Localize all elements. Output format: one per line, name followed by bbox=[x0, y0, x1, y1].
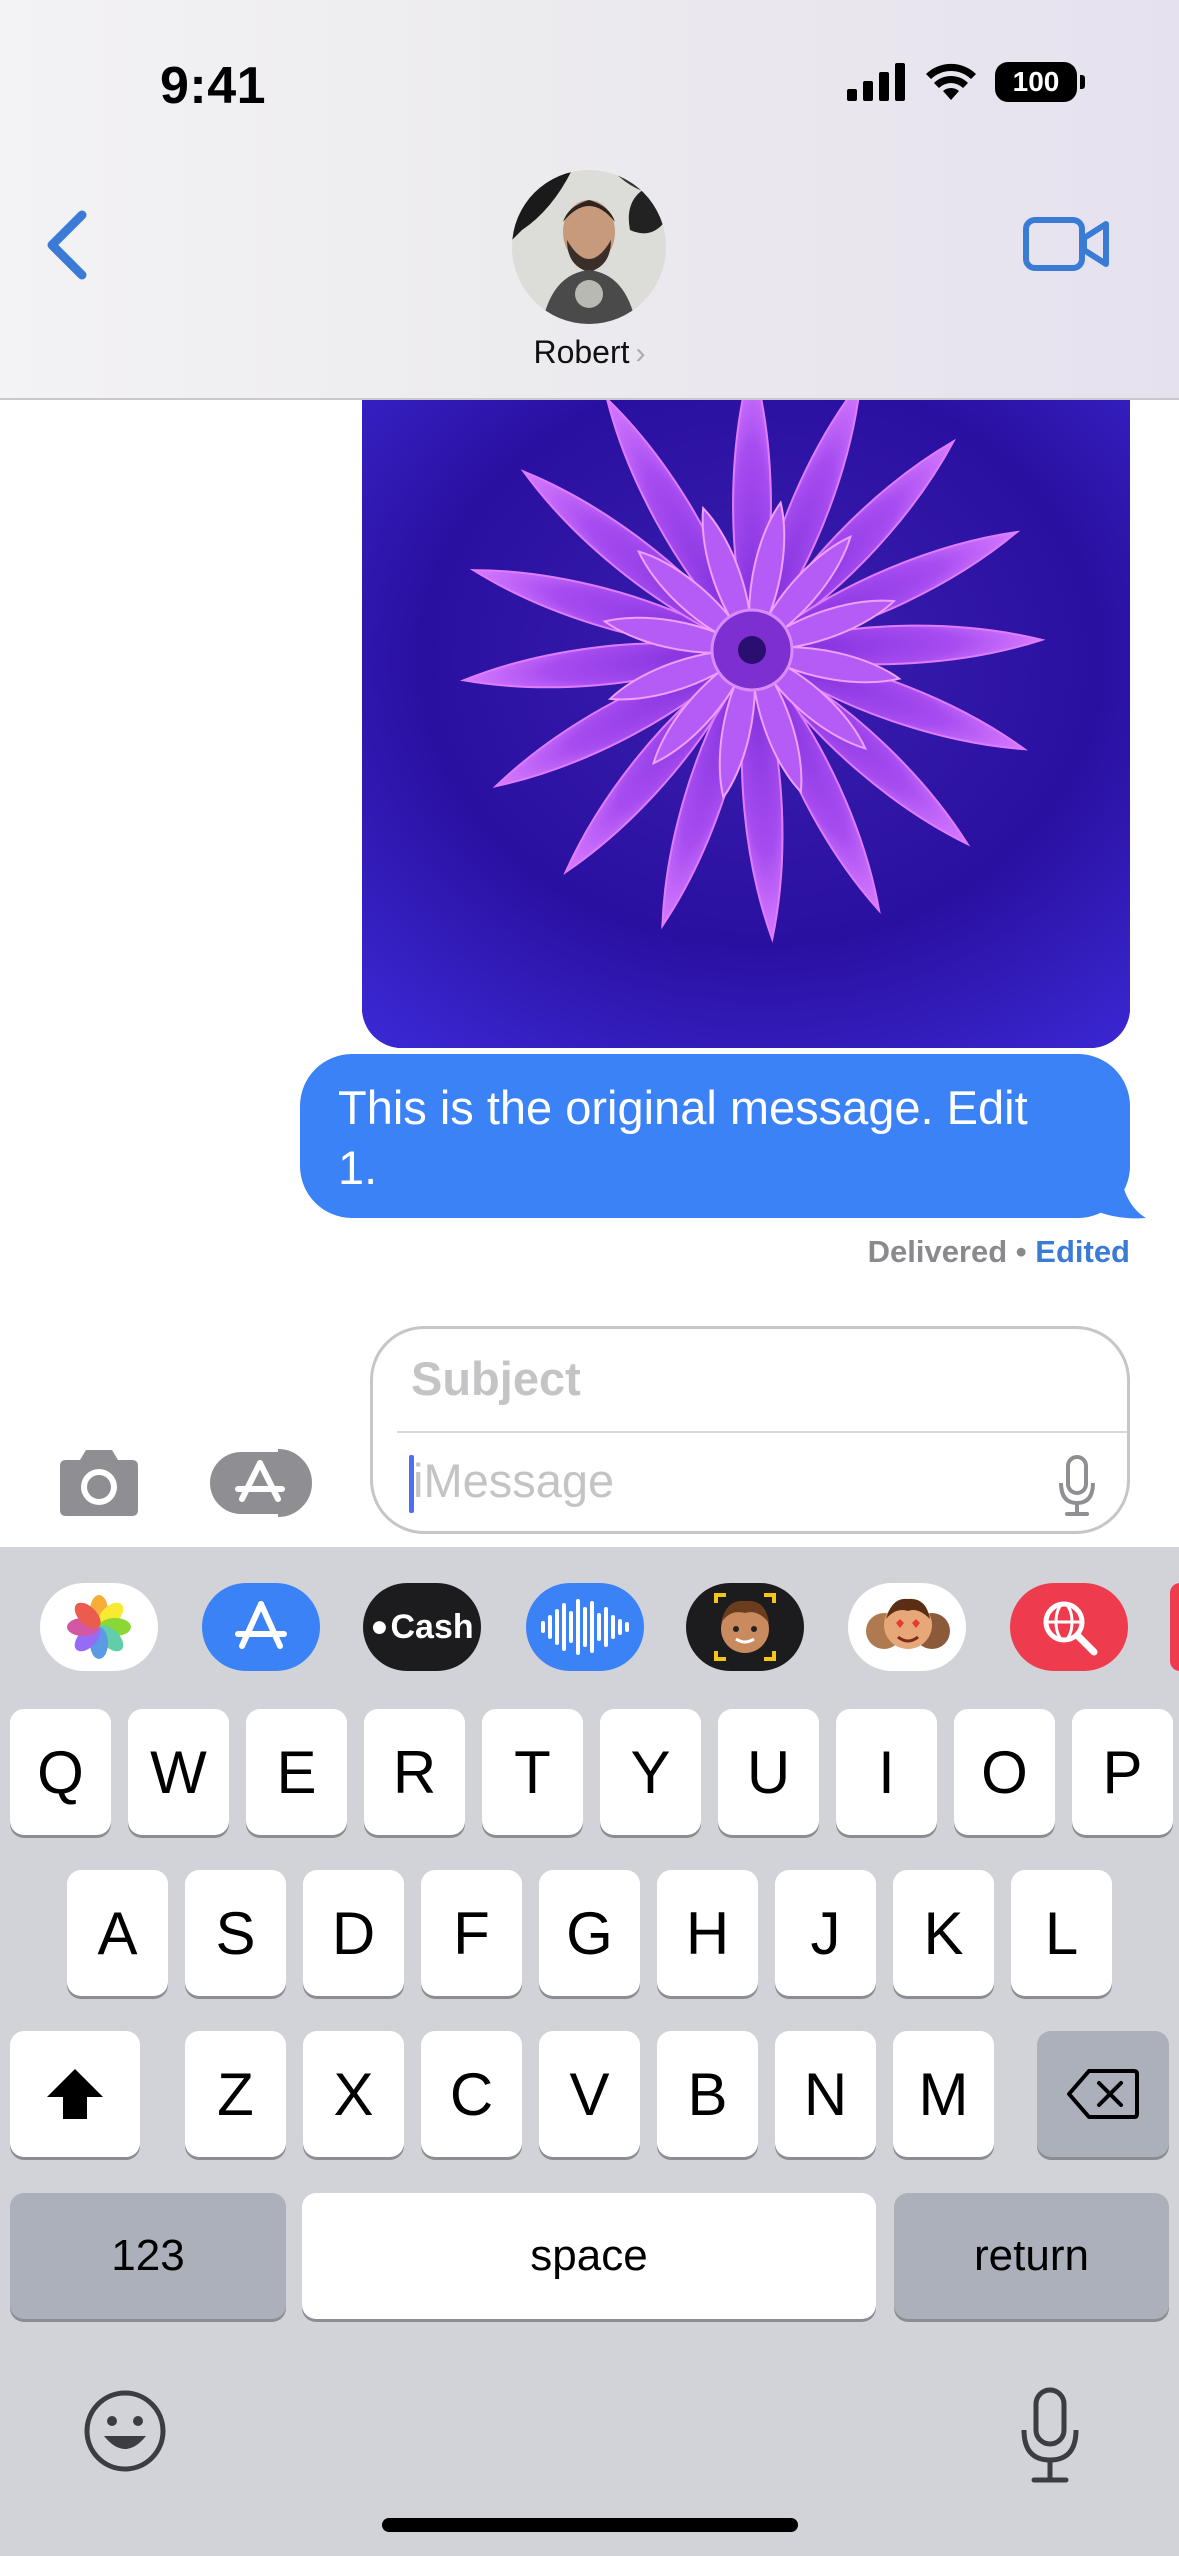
microphone-icon[interactable] bbox=[1057, 1455, 1097, 1517]
key-z[interactable]: Z bbox=[185, 2031, 286, 2157]
audio-message-app-icon[interactable] bbox=[526, 1583, 644, 1671]
key-i[interactable]: I bbox=[836, 1709, 937, 1835]
key-a[interactable]: A bbox=[67, 1870, 168, 1996]
key-s[interactable]: S bbox=[185, 1870, 286, 1996]
compose-divider bbox=[397, 1431, 1127, 1433]
photos-app-icon[interactable] bbox=[40, 1583, 158, 1671]
key-t[interactable]: T bbox=[482, 1709, 583, 1835]
key-q[interactable]: Q bbox=[10, 1709, 111, 1835]
apple-cash-app-icon[interactable]: ● Cash bbox=[363, 1583, 481, 1671]
receipt-separator: • bbox=[1007, 1234, 1036, 1269]
return-key[interactable]: return bbox=[894, 2193, 1169, 2319]
delete-key[interactable] bbox=[1037, 2031, 1169, 2157]
status-icons: 100 bbox=[847, 62, 1085, 102]
edited-link[interactable]: Edited bbox=[1035, 1234, 1130, 1269]
shift-arrow-icon bbox=[47, 2069, 103, 2119]
message-thread[interactable]: This is the original message. Edit 1. De… bbox=[0, 400, 1179, 1290]
memoji-stickers-app-icon[interactable] bbox=[848, 1583, 966, 1671]
key-o[interactable]: O bbox=[954, 1709, 1055, 1835]
key-l[interactable]: L bbox=[1011, 1870, 1112, 1996]
subject-input[interactable]: Subject bbox=[411, 1351, 581, 1406]
contact-name-button[interactable]: Robert › bbox=[0, 334, 1179, 371]
apple-cash-label: Cash bbox=[390, 1607, 474, 1646]
wifi-icon bbox=[926, 63, 976, 100]
message-image[interactable] bbox=[362, 400, 1130, 1048]
avatar-photo bbox=[512, 170, 666, 324]
key-h[interactable]: H bbox=[657, 1870, 758, 1996]
emoji-icon[interactable] bbox=[82, 2388, 168, 2474]
key-w[interactable]: W bbox=[128, 1709, 229, 1835]
imessage-input[interactable]: iMessage bbox=[413, 1453, 614, 1508]
key-m[interactable]: M bbox=[893, 2031, 994, 2157]
key-p[interactable]: P bbox=[1072, 1709, 1173, 1835]
chevron-right-icon: › bbox=[635, 337, 646, 370]
contact-name: Robert bbox=[533, 334, 630, 370]
message-compose-field[interactable]: Subject iMessage bbox=[370, 1326, 1130, 1534]
key-y[interactable]: Y bbox=[600, 1709, 701, 1835]
memoji-face-graphic bbox=[714, 1593, 776, 1661]
photos-flower-graphic bbox=[67, 1595, 131, 1659]
status-time: 9:41 bbox=[160, 57, 267, 115]
delivery-receipt: Delivered • Edited bbox=[868, 1234, 1130, 1270]
shift-key[interactable] bbox=[10, 2031, 140, 2157]
key-g[interactable]: G bbox=[539, 1870, 640, 1996]
message-text-line-2: 1. bbox=[338, 1141, 378, 1194]
key-n[interactable]: N bbox=[775, 2031, 876, 2157]
battery-level: 100 bbox=[1012, 66, 1060, 97]
key-c[interactable]: C bbox=[421, 2031, 522, 2157]
bubble-tail bbox=[1094, 1160, 1146, 1219]
app-drawer[interactable]: ● Cash bbox=[0, 1547, 1179, 1707]
magnifier-globe-icon bbox=[1043, 1601, 1098, 1656]
key-d[interactable]: D bbox=[303, 1870, 404, 1996]
battery-icon: 100 bbox=[995, 62, 1085, 102]
flower-image bbox=[362, 400, 1130, 1048]
camera-icon[interactable] bbox=[52, 1446, 146, 1520]
dictation-microphone-icon[interactable] bbox=[1018, 2386, 1082, 2486]
text-cursor bbox=[409, 1455, 414, 1513]
key-x[interactable]: X bbox=[303, 2031, 404, 2157]
memoji-stickers-graphic bbox=[866, 1598, 950, 1649]
app-store-glyph bbox=[235, 1601, 287, 1649]
key-u[interactable]: U bbox=[718, 1709, 819, 1835]
key-v[interactable]: V bbox=[539, 2031, 640, 2157]
key-r[interactable]: R bbox=[364, 1709, 465, 1835]
back-chevron-icon[interactable] bbox=[40, 205, 100, 285]
key-j[interactable]: J bbox=[775, 1870, 876, 1996]
keyboard-area: ● Cash Q W E R T Y U I O P A S D F G H J… bbox=[0, 1547, 1179, 2556]
memoji-camera-app-icon[interactable] bbox=[686, 1583, 804, 1671]
key-k[interactable]: K bbox=[893, 1870, 994, 1996]
numbers-key[interactable]: 123 bbox=[10, 2193, 286, 2319]
space-key[interactable]: space bbox=[302, 2193, 876, 2319]
apple-logo-icon: ● bbox=[370, 1610, 389, 1643]
sent-message-bubble[interactable]: This is the original message. Edit 1. bbox=[300, 1054, 1130, 1218]
key-e[interactable]: E bbox=[246, 1709, 347, 1835]
conversation-header: 9:41 100 Robert › bbox=[0, 0, 1179, 400]
home-indicator[interactable] bbox=[382, 2518, 798, 2532]
contact-avatar[interactable] bbox=[512, 170, 666, 324]
video-camera-icon[interactable] bbox=[1022, 212, 1112, 276]
cellular-signal-icon bbox=[847, 63, 905, 101]
image-search-app-icon[interactable] bbox=[1010, 1583, 1128, 1671]
message-text-line-1: This is the original message. Edit bbox=[338, 1081, 1028, 1134]
app-store-app-icon[interactable] bbox=[202, 1583, 320, 1671]
delivered-status: Delivered bbox=[867, 1234, 1008, 1269]
key-b[interactable]: B bbox=[657, 2031, 758, 2157]
more-apps-partial-icon[interactable] bbox=[1170, 1583, 1179, 1671]
waveform-icon bbox=[541, 1599, 629, 1655]
apps-button-graphic bbox=[210, 1449, 312, 1517]
app-store-icon[interactable] bbox=[208, 1446, 320, 1520]
backspace-icon bbox=[1067, 2069, 1139, 2119]
key-f[interactable]: F bbox=[421, 1870, 522, 1996]
